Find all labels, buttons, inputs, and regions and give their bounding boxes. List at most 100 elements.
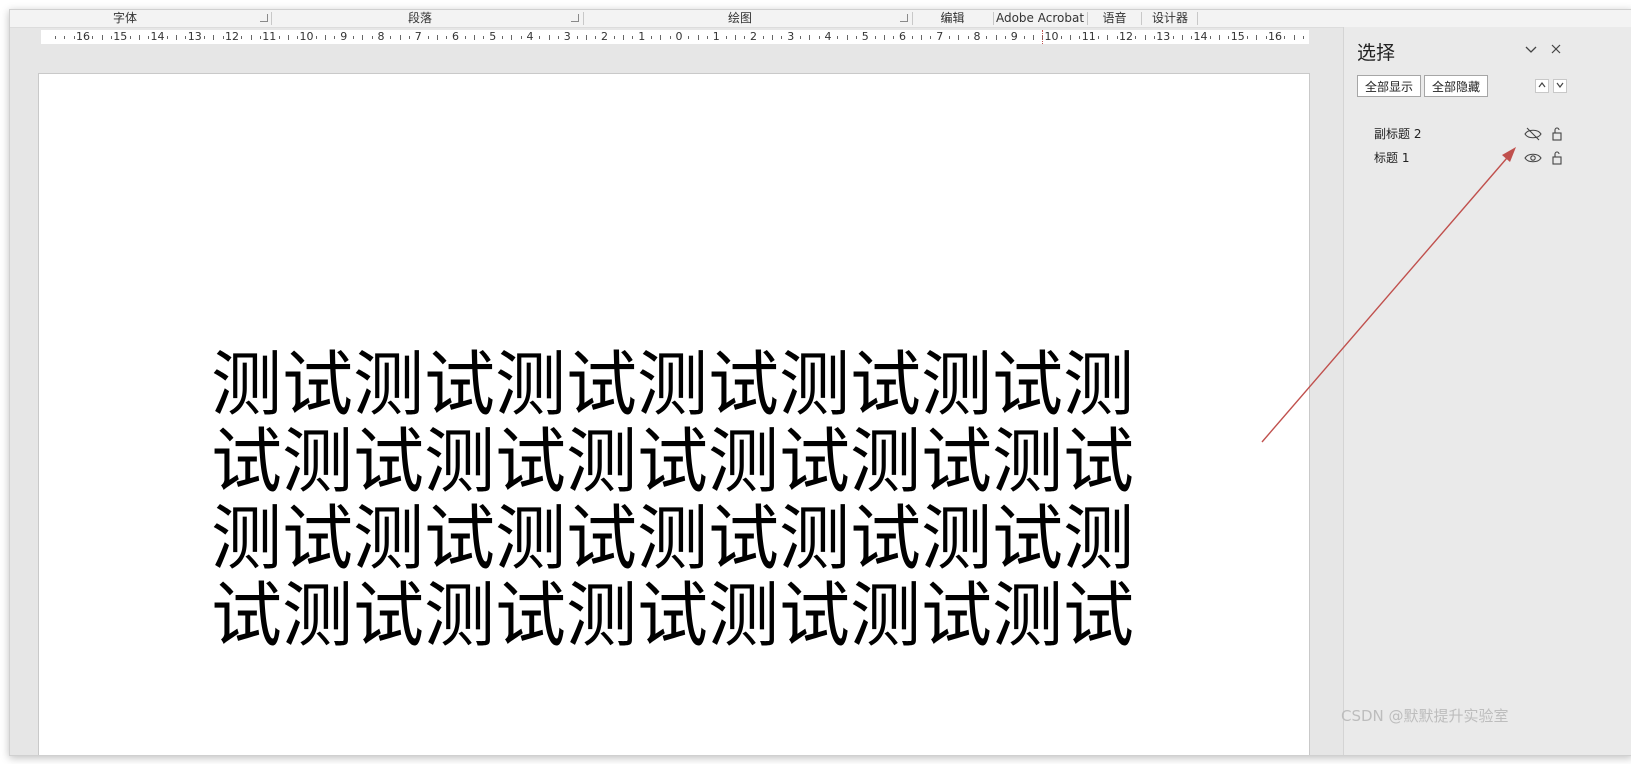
ribbon-separator xyxy=(1141,12,1142,25)
chevron-down-icon xyxy=(1556,82,1564,88)
ruler-tick-mark xyxy=(762,36,764,39)
ruler-tick-mark xyxy=(1032,35,1034,40)
ruler-tick-label: 5 xyxy=(489,30,497,43)
ruler-tick-mark xyxy=(278,36,280,39)
ruler-tick-mark xyxy=(1247,36,1249,39)
ribbon-separator xyxy=(583,12,584,25)
ruler-tick-mark xyxy=(576,36,578,39)
ruler-tick-mark xyxy=(55,36,57,39)
chevron-up-icon xyxy=(1538,82,1546,88)
pane-close-icon[interactable] xyxy=(1551,42,1561,60)
ruler-tick-mark xyxy=(176,35,178,40)
ruler-tick-mark xyxy=(1228,36,1230,39)
ruler-tick-mark xyxy=(287,35,289,40)
show-all-button[interactable]: 全部显示 xyxy=(1357,75,1422,97)
text-line: 试测试测试测试测试测试测试 xyxy=(211,574,1135,657)
bring-forward-button[interactable] xyxy=(1535,79,1549,93)
ruler-tick-mark xyxy=(725,36,727,39)
ruler-tick-label: 16 xyxy=(1268,30,1282,43)
ruler-tick-mark xyxy=(986,36,988,39)
ruler-tick-mark xyxy=(1153,36,1155,39)
list-item-label: 副标题 2 xyxy=(1374,127,1422,141)
ruler-tick-mark xyxy=(73,36,75,39)
eye-hidden-icon[interactable] xyxy=(1524,127,1542,141)
horizontal-ruler[interactable]: 16 15 14 13 12 11 10 9 8 7 6 5 4 3 2 1 0 1 2 3 4 5 6 7 8 9 10 11 12 1… xyxy=(41,30,1309,44)
slide-canvas[interactable]: 测试测试测试测试测试测试测 试测试测试测试测试测试测试 测试测试测试测试测试测试… xyxy=(38,73,1310,755)
list-item-title-1[interactable]: 标题 1 xyxy=(1360,148,1620,168)
ruler-tick-mark xyxy=(483,36,485,39)
eye-visible-icon[interactable] xyxy=(1524,151,1542,165)
ruler-tick-mark xyxy=(697,35,699,40)
ruler-tick-label: 14 xyxy=(150,30,165,43)
ruler-tick-mark xyxy=(846,35,848,40)
ruler-tick-mark xyxy=(185,36,187,39)
ruler-tick-mark xyxy=(911,36,913,39)
send-backward-button[interactable] xyxy=(1553,79,1567,93)
ruler-tick-mark xyxy=(64,36,66,39)
ruler-tick-label: 8 xyxy=(973,30,981,43)
ruler-tick-mark xyxy=(1079,36,1081,39)
text-line: 测试测试测试测试测试测试测 xyxy=(211,497,1135,580)
ruler-tick-mark xyxy=(585,35,587,40)
ruler-tick-mark xyxy=(781,36,783,39)
ruler-tick-mark xyxy=(1191,36,1193,39)
ruler-tick-mark xyxy=(688,36,690,39)
watermark: CSDN @默默提升实验室 xyxy=(1341,707,1509,725)
ruler-tick-mark xyxy=(1070,35,1072,40)
list-item-subtitle-2[interactable]: 副标题 2 xyxy=(1360,124,1620,144)
ruler-tick-label: 11 xyxy=(262,30,277,43)
ruler-tick-mark xyxy=(250,35,252,40)
ruler-tick-mark xyxy=(1181,35,1183,40)
hide-all-button[interactable]: 全部隐藏 xyxy=(1424,75,1489,97)
ruler-tick-label: 2 xyxy=(601,30,608,43)
ruler-tick-mark xyxy=(204,36,206,39)
ribbon-group-paragraph: 段落 xyxy=(407,11,432,25)
ruler-tick-mark xyxy=(958,35,960,40)
paragraph-dialog-launcher-icon[interactable] xyxy=(571,14,579,22)
ruler-tick-mark xyxy=(427,36,429,39)
ribbon-group-designer: 设计器 xyxy=(1151,11,1188,25)
ruler-tick-mark xyxy=(772,35,774,40)
ruler-tick-mark xyxy=(1116,36,1118,39)
ruler-tick-mark xyxy=(511,35,513,40)
ruler-tick-mark xyxy=(744,36,746,39)
lock-icon[interactable] xyxy=(1552,151,1562,165)
ruler-tick-mark xyxy=(390,36,392,39)
ruler-tick-label: 7 xyxy=(936,30,944,43)
ruler-tick-mark xyxy=(660,35,662,40)
ruler-tick-mark xyxy=(436,35,438,40)
title-textbox[interactable]: 测试测试测试测试测试测试测 试测试测试测试测试测试测试 测试测试测试测试测试测试… xyxy=(211,346,1151,654)
ruler-tick-mark xyxy=(101,35,103,40)
ruler-tick-label: 1 xyxy=(712,30,720,43)
ribbon-separator xyxy=(993,12,994,25)
ribbon-group-editing: 编辑 xyxy=(940,11,965,25)
ruler-tick-mark xyxy=(520,36,522,39)
ruler-tick-label: 3 xyxy=(563,30,571,43)
ruler-tick-label: 7 xyxy=(414,30,422,43)
ruler-tick-label: 6 xyxy=(452,30,459,43)
ruler-tick-label: 9 xyxy=(1010,30,1018,43)
ruler-tick-mark xyxy=(734,35,736,40)
ruler-tick-mark xyxy=(949,36,951,39)
ruler-tick-mark xyxy=(800,36,802,39)
pane-options-chevron-icon[interactable] xyxy=(1524,42,1538,56)
ruler-tick-mark xyxy=(362,35,364,40)
ruler-tick-mark xyxy=(548,35,550,40)
ruler-tick-mark xyxy=(138,35,140,40)
powerpoint-window: 字体 段落 绘图 编辑 Adobe Acrobat 语音 设计器 16 15 14 1… xyxy=(9,9,1631,756)
ruler-tick-mark xyxy=(1256,35,1258,40)
ruler-tick-mark xyxy=(837,36,839,39)
drawing-dialog-launcher-icon[interactable] xyxy=(900,14,908,22)
font-dialog-launcher-icon[interactable] xyxy=(260,14,268,22)
ruler-tick-mark xyxy=(259,36,261,39)
ruler-tick-mark xyxy=(129,36,131,39)
ruler-tick-mark xyxy=(297,36,299,39)
ruler-tick-label: 10 xyxy=(1044,30,1059,43)
ruler-tick-label: 11 xyxy=(1081,30,1096,43)
ruler-tick-mark xyxy=(110,36,112,39)
ruler-tick-mark xyxy=(353,36,355,39)
ruler-tick-mark xyxy=(241,36,243,39)
ruler-tick-mark xyxy=(855,36,857,39)
ribbon-group-font: 字体 xyxy=(112,11,137,25)
lock-icon[interactable] xyxy=(1552,127,1562,141)
